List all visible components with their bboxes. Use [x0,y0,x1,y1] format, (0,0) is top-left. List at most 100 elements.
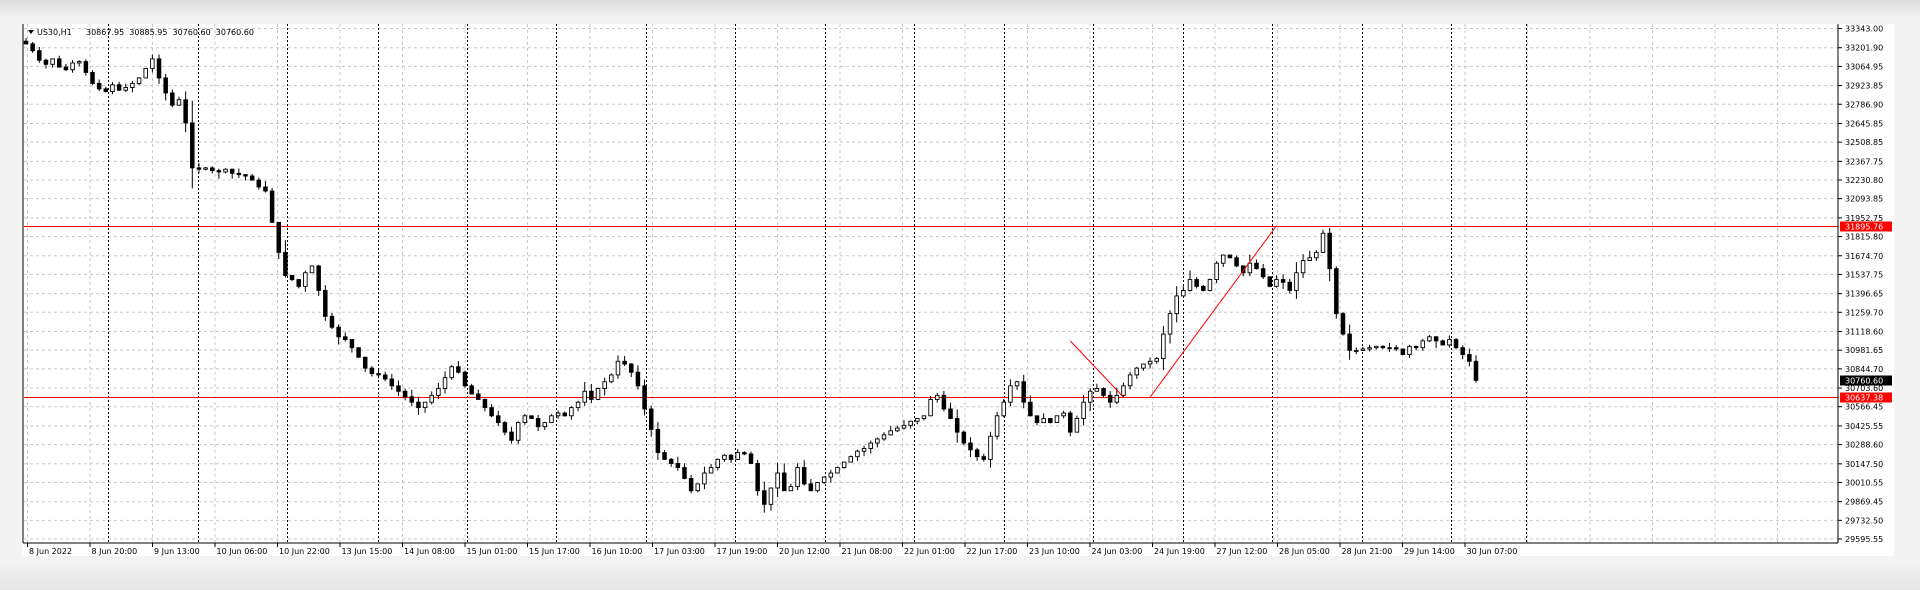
candle-body [1234,257,1239,267]
candle-body [183,99,188,124]
candle-body [735,452,740,460]
candle-body [915,418,920,422]
candle-body [655,428,661,454]
price-tick-label: 32923.85 [1845,82,1883,91]
price-tick-label: 31118.60 [1845,328,1883,337]
price-tick-label: 32093.85 [1845,195,1883,204]
candle-body [57,58,62,68]
candle-body [1034,415,1040,424]
candle-body [170,92,175,106]
level-price-tag: 30637.38 [1840,392,1892,403]
candle-body [881,434,887,440]
candle-body [748,453,754,464]
time-tick-label: 20 Jun 12:00 [779,547,830,556]
candle-body [409,396,415,403]
candle-body [1147,360,1153,365]
candle-body [156,58,162,79]
candle [1334,266,1339,319]
candle-body [296,279,301,287]
candle-body [1061,412,1066,417]
time-tick-label: 15 Jun 01:00 [467,547,518,556]
candle-body [801,467,807,485]
candle-body [768,487,774,505]
time-tick-label: 16 Jun 10:00 [592,547,643,556]
candle-body [1354,349,1359,352]
candle-body [635,371,641,387]
candle-body [1021,381,1026,403]
candle-body [442,377,448,389]
candle-body [43,59,49,65]
candle-body [263,186,268,192]
candle-body [1187,279,1193,291]
chart-window[interactable]: 33343.00 33201.90 33064.95 32923.85 32786.90… [22,24,1894,556]
candle-body [629,363,634,373]
candle-body [994,415,1000,437]
candle-body [1134,367,1140,376]
candle-body [934,394,940,400]
price-tick-label: 30566.45 [1845,403,1883,412]
candle-body [1181,290,1186,297]
time-tick-label: 28 Jun 21:00 [1342,547,1393,556]
candle-body [742,452,747,455]
candle [90,70,95,85]
candle-body [1274,279,1279,287]
candle [143,67,148,79]
candle-body [1121,385,1126,396]
candle-body [269,190,275,223]
price-chart[interactable]: 33343.00 33201.90 33064.95 32923.85 32786.90… [22,24,1894,556]
candle-body [529,415,534,419]
candle-body [123,87,129,91]
candle-body [70,62,75,71]
candle-body [63,66,69,71]
candle-body [96,82,102,90]
time-tick-label: 24 Jun 19:00 [1154,547,1205,556]
time-tick-label: 29 Jun 14:00 [1404,547,1455,556]
candle [515,421,521,444]
candle-body [1041,418,1046,424]
candle-body [502,422,508,433]
price-tick-label: 30425.55 [1845,422,1883,431]
candle-body [1400,348,1406,355]
candle-body [223,168,228,173]
candle [549,414,554,424]
price-tick-label: 31537.75 [1845,270,1883,279]
candle-body [1107,394,1113,403]
candle-body [110,84,115,93]
time-tick-label: 15 Jun 17:00 [529,547,580,556]
candle-body [875,438,880,444]
candle-body [1048,418,1053,424]
level-price-text: 31895.76 [1845,223,1883,232]
candle-body [1094,388,1100,392]
candle [1048,417,1053,424]
candle-body [549,415,554,424]
price-tick-label: 30844.70 [1845,365,1883,374]
candle-body [981,456,987,460]
candle-body [515,422,521,441]
candle-body [476,393,481,400]
candle-body [1340,313,1346,335]
candle-body [702,472,707,485]
candle-body [1367,347,1372,350]
time-tick-label: 23 Jun 10:00 [1029,547,1080,556]
level-price-tag: 31895.76 [1840,221,1892,232]
candle-body [1087,390,1093,403]
candle-body [1101,388,1106,396]
price-tick-label: 30010.55 [1845,478,1883,487]
candle-body [289,275,295,281]
candle-body [1314,251,1319,259]
candle-body [1167,313,1173,335]
time-tick-label: 17 Jun 19:00 [717,547,768,556]
candle [1340,311,1346,336]
candle-body [782,472,787,492]
time-tick-label: 14 Jun 08:00 [404,547,455,556]
candle-body [249,175,255,181]
candle-body [1327,232,1332,270]
candle-body [209,167,215,172]
candle-body [1161,333,1166,360]
price-tick-label: 31396.65 [1845,290,1883,299]
candle-body [1227,254,1233,259]
price-tick-label: 32786.90 [1845,100,1883,109]
candle-body [828,472,834,478]
candle-body [921,415,927,419]
candle [795,463,800,491]
